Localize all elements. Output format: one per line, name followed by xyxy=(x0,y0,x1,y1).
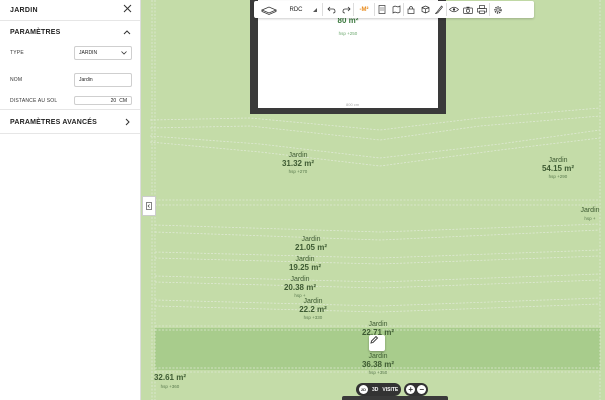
mode-3d-button[interactable]: 3D xyxy=(372,387,378,393)
room-area: 19.25 m² xyxy=(288,262,322,272)
type-row: TYPE JARDIN xyxy=(10,46,132,60)
room-hsp: hsp +360 xyxy=(160,383,180,389)
room-hsp: hsp +290 xyxy=(548,174,568,180)
params-section-header[interactable]: PARAMÈTRES xyxy=(0,21,140,43)
room-label[interactable]: Jardin 19.25 m² xyxy=(289,256,321,272)
advanced-params-header[interactable]: PARAMÈTRES AVANCÉS xyxy=(0,111,140,133)
distance-unit: CM xyxy=(119,97,127,104)
zoom-controls: + − xyxy=(404,383,429,396)
document-icon xyxy=(378,5,386,14)
printer-icon xyxy=(477,5,487,14)
style-button[interactable] xyxy=(432,1,446,18)
cube-button[interactable] xyxy=(418,1,432,18)
chevron-down-icon xyxy=(121,51,127,55)
room-label[interactable]: Jardin hsp + xyxy=(580,207,599,222)
room-area: 20.38 m² xyxy=(283,282,317,292)
view-mode-toggle[interactable]: 2D 3D VISITE xyxy=(356,383,402,396)
plan-mode-icon: 2D xyxy=(359,385,368,394)
floor-3d-button[interactable] xyxy=(254,1,284,18)
floor-select-label: RDC xyxy=(289,6,303,13)
room-label[interactable]: 32.61 m² hsp +360 xyxy=(153,373,187,390)
chevron-up-icon xyxy=(122,27,132,37)
undo-icon xyxy=(326,6,335,13)
document-button[interactable] xyxy=(375,1,389,18)
brush-icon xyxy=(434,5,443,14)
print-button[interactable] xyxy=(475,1,489,18)
settings-button[interactable] xyxy=(490,1,506,18)
gear-icon xyxy=(494,5,502,14)
area-measure-button[interactable]: -M² xyxy=(354,1,374,18)
room-area: 31.32 m² xyxy=(281,158,315,168)
floor-layers-icon xyxy=(261,6,277,15)
house-hsp: hsp +250 xyxy=(338,31,358,36)
cube-icon xyxy=(421,5,429,14)
room-area: 54.15 m² xyxy=(541,163,575,173)
lock-icon xyxy=(407,6,415,14)
room-area: 22.2 m² xyxy=(299,304,327,314)
map-button[interactable] xyxy=(389,1,403,18)
nom-input-value: Jardin xyxy=(79,77,93,83)
bottom-wall-strip xyxy=(342,396,448,400)
room-label[interactable]: Jardin 22.2 m² hsp +330 xyxy=(299,298,327,321)
zoom-in-button[interactable]: + xyxy=(406,385,416,394)
advanced-params-title: PARAMÈTRES AVANCÉS xyxy=(10,118,97,126)
close-icon xyxy=(123,4,132,13)
nom-label: NOM xyxy=(10,77,23,83)
chevron-right-icon xyxy=(122,117,132,127)
map-icon xyxy=(392,5,400,14)
room-hsp: hsp +350 xyxy=(368,370,388,376)
bottom-controls: 2D 3D VISITE + − xyxy=(356,383,429,396)
eye-icon xyxy=(449,6,459,13)
close-button[interactable] xyxy=(123,4,132,16)
panel-header: JARDIN xyxy=(0,0,140,21)
room-label[interactable]: Jardin 20.38 m² hsp + xyxy=(284,276,316,299)
type-label: TYPE xyxy=(10,50,24,56)
room-hsp: hsp +330 xyxy=(303,315,323,321)
room-area: 21.05 m² xyxy=(294,242,328,252)
camera-icon xyxy=(463,6,473,14)
properties-panel: JARDIN PARAMÈTRES TYPE JARDIN NOM Jardin… xyxy=(0,0,141,400)
pencil-icon xyxy=(370,335,379,344)
area-measure-label: -M² xyxy=(359,6,369,13)
panel-toggle-button[interactable] xyxy=(142,196,156,216)
room-label[interactable]: Jardin 21.05 m² xyxy=(295,236,327,252)
room-hsp: hsp +270 xyxy=(288,169,308,175)
distance-label: DISTANCE AU SOL xyxy=(10,97,58,104)
edit-pencil-button[interactable] xyxy=(369,335,385,351)
house-dimension: 800 cm xyxy=(346,102,360,107)
view-button[interactable] xyxy=(447,1,461,18)
room-area: 32.61 m² xyxy=(153,373,187,382)
distance-input-value: 20 xyxy=(110,97,117,104)
room-label[interactable]: Jardin 31.32 m² hsp +270 xyxy=(282,152,314,175)
room-area: 36.38 m² xyxy=(361,359,395,369)
collapse-panel-icon xyxy=(146,202,152,210)
type-select-value: JARDIN xyxy=(79,50,98,56)
nom-input[interactable]: Jardin xyxy=(74,73,132,87)
top-toolbar: RDC -M² xyxy=(254,1,534,18)
room-name: Jardin xyxy=(580,207,600,214)
panel-title: JARDIN xyxy=(10,6,38,14)
distance-input[interactable]: 20 CM xyxy=(74,96,132,105)
zoom-out-button[interactable]: − xyxy=(417,385,427,394)
distance-row: DISTANCE AU SOL 20 CM xyxy=(10,96,132,105)
redo-icon xyxy=(342,6,351,13)
type-select[interactable]: JARDIN xyxy=(74,46,132,60)
redo-button[interactable] xyxy=(339,1,353,18)
room-label[interactable]: Jardin 36.38 m² hsp +350 xyxy=(362,353,394,376)
floor-select[interactable]: RDC xyxy=(284,1,322,18)
nom-row: NOM Jardin xyxy=(10,73,132,87)
corner-arrow-icon xyxy=(312,7,317,12)
camera-button[interactable] xyxy=(461,1,475,18)
mode-visite-button[interactable]: VISITE xyxy=(382,387,398,393)
room-label[interactable]: Jardin 54.15 m² hsp +290 xyxy=(542,157,574,180)
params-section-title: PARAMÈTRES xyxy=(10,28,61,36)
room-hsp: hsp + xyxy=(584,215,596,221)
undo-button[interactable] xyxy=(323,1,339,18)
lock-button[interactable] xyxy=(404,1,418,18)
